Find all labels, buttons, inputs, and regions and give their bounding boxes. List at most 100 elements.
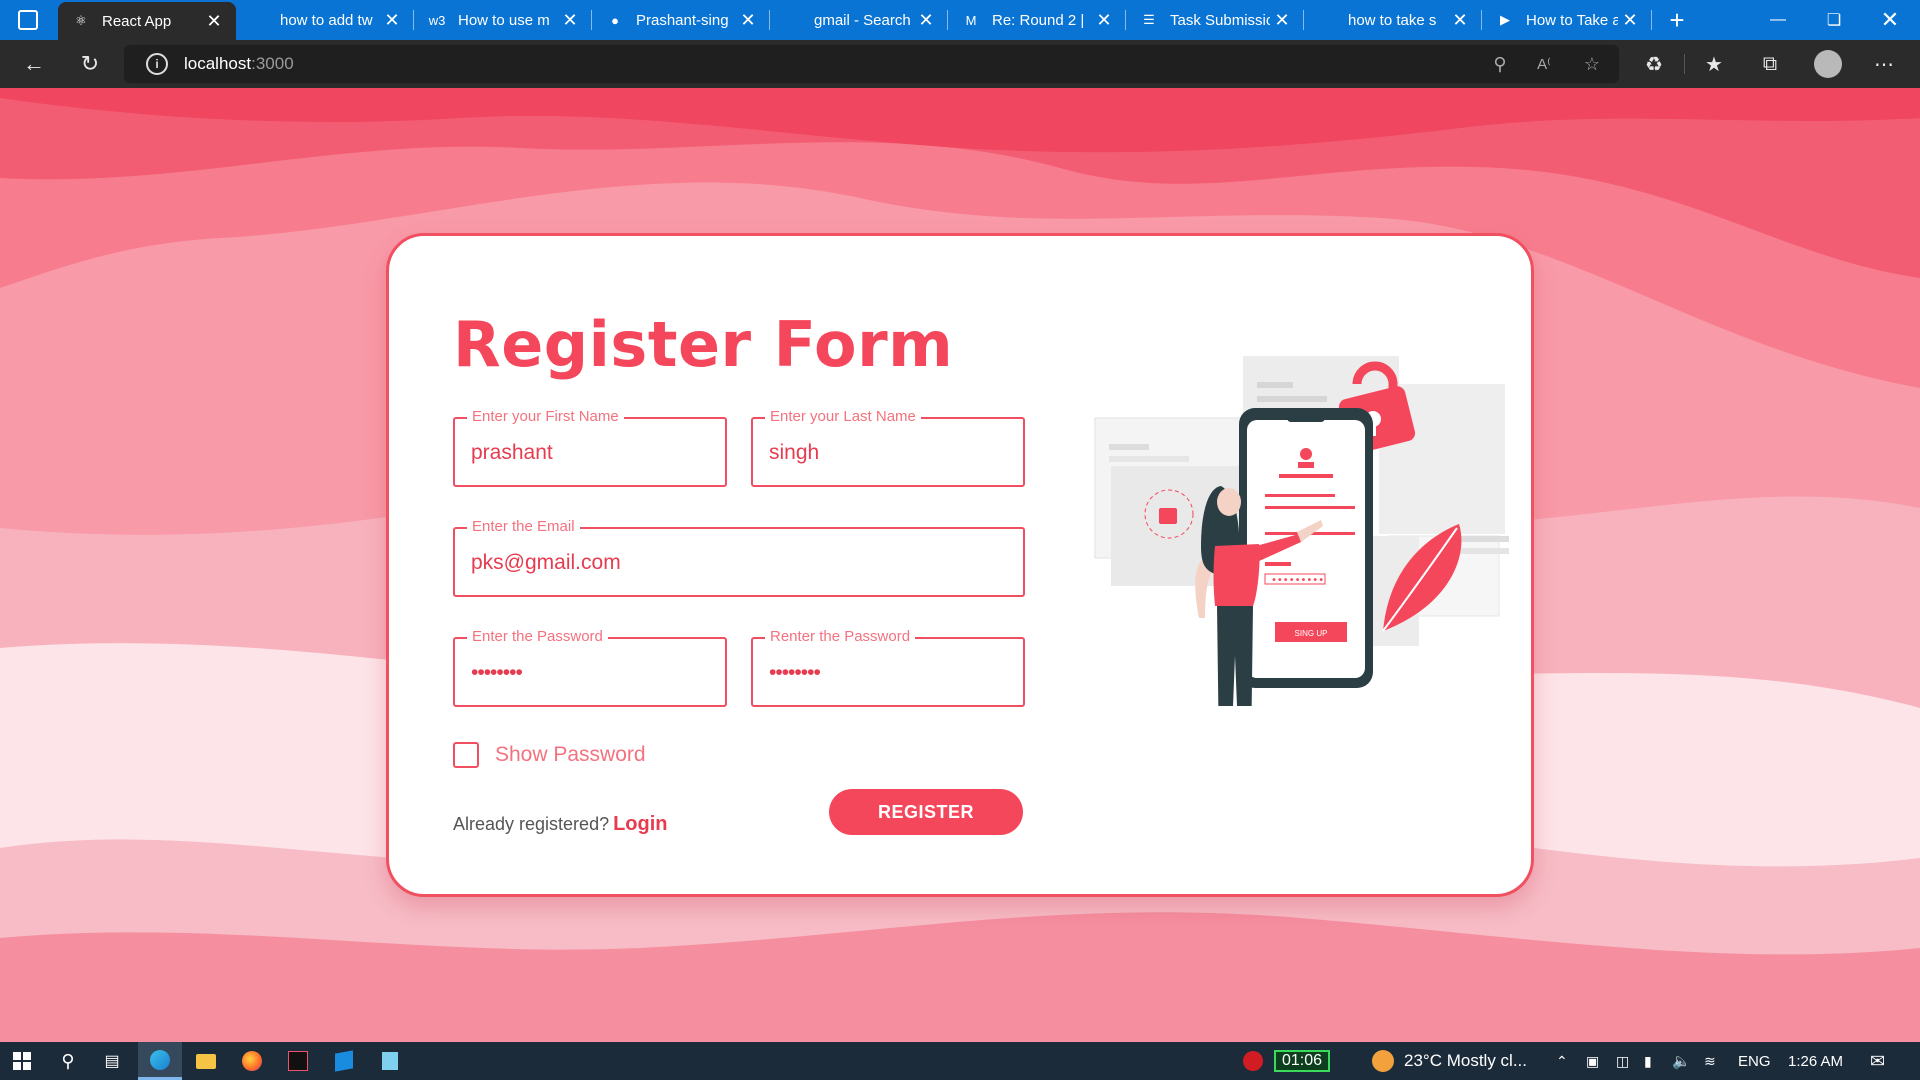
tray-chevron-icon[interactable]: ⌃ bbox=[1556, 1042, 1568, 1080]
login-link[interactable]: Login bbox=[613, 813, 667, 835]
add-favorite-icon[interactable]: ☆ bbox=[1578, 45, 1606, 83]
form-title: Register Form bbox=[453, 308, 954, 381]
notifications-icon[interactable]: ✉ bbox=[1870, 1042, 1885, 1080]
browser-tab[interactable]: how to take s ✕ bbox=[1304, 0, 1482, 40]
tab-title: Task Submissio bbox=[1170, 11, 1270, 29]
tab-title: How to use m bbox=[458, 11, 550, 29]
wifi-icon[interactable]: ≋ bbox=[1704, 1042, 1716, 1080]
start-button[interactable] bbox=[0, 1042, 44, 1080]
illustration-signup-text: SING UP bbox=[1295, 629, 1328, 638]
close-tab-icon[interactable]: ✕ bbox=[558, 10, 582, 31]
gmail-icon: M bbox=[965, 12, 977, 28]
url-port: :3000 bbox=[251, 54, 294, 73]
vscode-icon[interactable] bbox=[322, 1042, 366, 1080]
close-tab-icon[interactable]: ✕ bbox=[202, 11, 226, 32]
url-host: localhost bbox=[184, 54, 252, 73]
forms-icon: ☰ bbox=[1143, 12, 1155, 27]
tab-title: gmail - Search bbox=[814, 11, 911, 29]
close-tab-icon[interactable]: ✕ bbox=[1092, 10, 1116, 31]
email-field[interactable]: Enter the Email pks@gmail.com bbox=[453, 518, 1025, 597]
blank-icon bbox=[1318, 11, 1336, 29]
already-registered-label: Already registered? bbox=[453, 814, 610, 834]
browser-tab[interactable]: gmail - Search ✕ bbox=[770, 0, 948, 40]
confirm-password-field[interactable]: Renter the Password •••••••• bbox=[751, 628, 1025, 707]
blank-icon bbox=[250, 11, 268, 29]
weather-text: 23°C Mostly cl... bbox=[1404, 1051, 1527, 1070]
task-view-icon[interactable]: ▤ bbox=[90, 1042, 134, 1080]
signup-illustration: ••••••••• SING UP bbox=[1094, 356, 1509, 706]
back-button[interactable]: ← bbox=[16, 46, 52, 82]
tab-actions-icon[interactable] bbox=[18, 10, 38, 30]
tab-title: Prashant-sing bbox=[636, 11, 729, 29]
minimize-button[interactable]: — bbox=[1750, 0, 1806, 40]
volume-icon[interactable]: 🔈 bbox=[1672, 1042, 1691, 1080]
file-explorer-icon[interactable] bbox=[184, 1042, 228, 1080]
weather-icon bbox=[1372, 1050, 1394, 1072]
windows-taskbar: ⚲ ▤ 01:06 23°C Mostly cl... ⌃ ▣ ◫ ▮ 🔈 ≋ … bbox=[0, 1042, 1920, 1080]
terminal-icon[interactable] bbox=[276, 1042, 320, 1080]
password-field[interactable]: Enter the Password •••••••• bbox=[453, 628, 727, 707]
browser-tab[interactable]: ● Prashant-sing ✕ bbox=[592, 0, 770, 40]
meet-now-icon[interactable]: ▣ bbox=[1586, 1042, 1599, 1080]
recorder-icon[interactable] bbox=[1243, 1042, 1263, 1080]
clock[interactable]: 1:26 AM bbox=[1788, 1042, 1843, 1080]
refresh-button[interactable]: ↻ bbox=[72, 46, 108, 82]
device-icon[interactable]: ◫ bbox=[1616, 1042, 1629, 1080]
timer-value: 01:06 bbox=[1274, 1050, 1331, 1072]
last-name-field[interactable]: Enter your Last Name singh bbox=[751, 408, 1025, 487]
tab-title: how to take s bbox=[1348, 11, 1437, 29]
profile-avatar[interactable] bbox=[1808, 45, 1848, 83]
notepad-icon[interactable] bbox=[368, 1042, 412, 1080]
github-icon: ● bbox=[611, 12, 619, 28]
browser-tab-strip: ⚛ React App ✕ how to add tw ✕ w3 How to use m ✕… bbox=[0, 0, 1920, 40]
browser-tab[interactable]: M Re: Round 2 | ✕ bbox=[948, 0, 1126, 40]
battery-icon[interactable]: ▮ bbox=[1644, 1042, 1652, 1080]
confirm-password-label: Renter the Password bbox=[765, 628, 916, 645]
weather-widget[interactable]: 23°C Mostly cl... bbox=[1372, 1042, 1527, 1080]
url-field[interactable]: i localhost:3000 bbox=[124, 45, 1619, 83]
edge-app-icon[interactable] bbox=[138, 1042, 182, 1080]
tab-title: how to add tw bbox=[280, 11, 373, 29]
close-tab-icon[interactable]: ✕ bbox=[914, 10, 938, 31]
browser-tab[interactable]: ▶ How to Take a ✕ bbox=[1482, 0, 1652, 40]
confirm-password-value: •••••••• bbox=[769, 661, 821, 684]
register-button[interactable]: REGISTER bbox=[829, 789, 1023, 835]
w3schools-icon: w3 bbox=[428, 12, 446, 28]
browser-tab[interactable]: w3 How to use m ✕ bbox=[414, 0, 592, 40]
extensions-icon[interactable]: ♻ bbox=[1634, 45, 1674, 83]
more-menu-icon[interactable]: ⋯ bbox=[1864, 45, 1904, 83]
close-tab-icon[interactable]: ✕ bbox=[380, 10, 404, 31]
read-aloud-icon[interactable]: A⁽ bbox=[1530, 45, 1558, 83]
close-tab-icon[interactable]: ✕ bbox=[736, 10, 760, 31]
already-registered-text: Already registered? Login bbox=[453, 813, 668, 836]
last-name-label: Enter your Last Name bbox=[765, 408, 921, 425]
key-icon[interactable]: ⚲ bbox=[1486, 45, 1514, 83]
close-window-button[interactable]: ✕ bbox=[1862, 0, 1918, 40]
browser-tab[interactable]: ⚛ React App ✕ bbox=[58, 2, 236, 40]
tab-title: React App bbox=[102, 12, 172, 30]
close-tab-icon[interactable]: ✕ bbox=[1618, 10, 1642, 31]
firefox-icon[interactable] bbox=[230, 1042, 274, 1080]
close-tab-icon[interactable]: ✕ bbox=[1448, 10, 1472, 31]
recording-timer: 01:06 bbox=[1274, 1042, 1331, 1080]
first-name-label: Enter your First Name bbox=[467, 408, 624, 425]
new-tab-button[interactable]: + bbox=[1660, 0, 1694, 40]
email-label: Enter the Email bbox=[467, 518, 580, 535]
tab-title: Re: Round 2 | bbox=[992, 11, 1085, 29]
show-password-label[interactable]: Show Password bbox=[495, 743, 646, 767]
restore-button[interactable]: ❏ bbox=[1806, 0, 1862, 40]
search-icon[interactable]: ⚲ bbox=[46, 1042, 90, 1080]
register-form-card: Register Form Enter your First Name pras… bbox=[386, 233, 1534, 897]
site-info-icon[interactable]: i bbox=[146, 53, 168, 75]
first-name-field[interactable]: Enter your First Name prashant bbox=[453, 408, 727, 487]
browser-tab[interactable]: ☰ Task Submissio ✕ bbox=[1126, 0, 1304, 40]
password-label: Enter the Password bbox=[467, 628, 608, 645]
show-password-checkbox[interactable] bbox=[453, 742, 479, 768]
collections-icon[interactable]: ⧉ bbox=[1750, 45, 1790, 83]
tab-title: How to Take a bbox=[1526, 11, 1618, 29]
language-indicator[interactable]: ENG bbox=[1738, 1042, 1771, 1080]
password-value: •••••••• bbox=[471, 661, 523, 684]
favorites-icon[interactable]: ★ bbox=[1694, 45, 1734, 83]
browser-tab[interactable]: how to add tw ✕ bbox=[236, 0, 414, 40]
close-tab-icon[interactable]: ✕ bbox=[1270, 10, 1294, 31]
